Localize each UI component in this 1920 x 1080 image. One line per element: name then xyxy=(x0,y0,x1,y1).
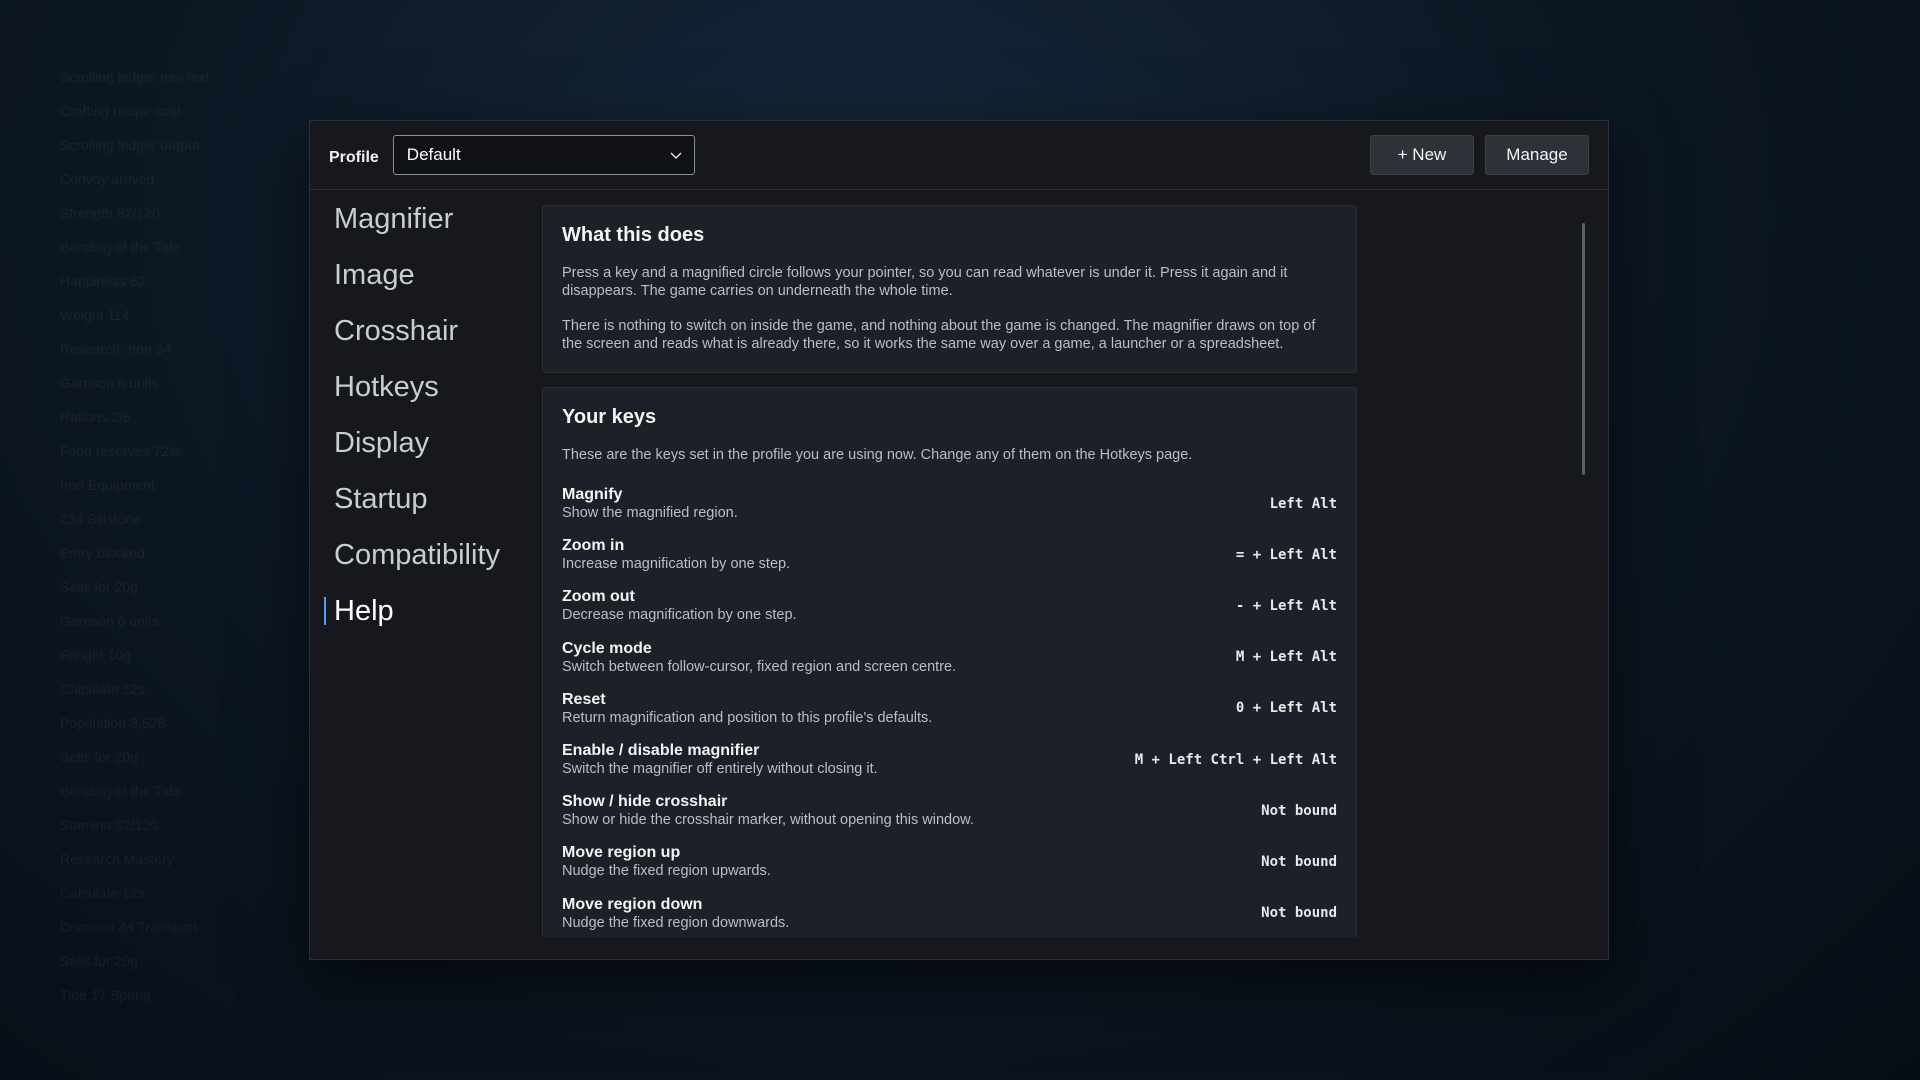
key-binding: Not bound xyxy=(1261,905,1337,922)
bg-line: Rations 2/6 xyxy=(60,409,131,425)
key-title: Reset xyxy=(562,690,606,708)
card-paragraph: These are the keys set in the profile yo… xyxy=(562,447,1193,463)
bg-line: Population 3,526 xyxy=(60,715,166,731)
bg-line: Bending of the Tide xyxy=(60,239,181,255)
settings-window: Profile Default + New Manage Magnifier I… xyxy=(309,120,1609,960)
key-row: Enable / disable magnifier Switch the mag… xyxy=(562,734,1337,785)
key-row: Reset Return magnification and position t… xyxy=(562,683,1337,734)
nav-item-crosshair[interactable]: Crosshair xyxy=(310,303,530,359)
key-desc: Return magnification and position to thi… xyxy=(562,709,933,726)
bg-line: Research: Iron 34 xyxy=(60,341,172,357)
bg-line: Tide 17 Spring xyxy=(60,987,151,1003)
key-binding: Not bound xyxy=(1261,802,1337,819)
bg-line: 234 Siltstone xyxy=(60,511,141,527)
key-desc: Switch between follow-cursor, fixed regi… xyxy=(562,658,957,675)
profile-label: Profile xyxy=(329,149,379,166)
bg-line: Sells for 20g xyxy=(60,953,138,969)
nav-item-display[interactable]: Display xyxy=(310,415,530,471)
key-row: Magnify Show the magnified region. Left A… xyxy=(562,478,1337,529)
nav-item-image[interactable]: Image xyxy=(310,247,530,303)
key-binding: - + Left Alt xyxy=(1235,597,1337,614)
bg-line: Stamina 82/120 xyxy=(60,817,159,833)
manage-profiles-button[interactable]: Manage xyxy=(1485,135,1589,175)
bg-line: Freight 10g xyxy=(60,647,131,663)
key-title: Cycle mode xyxy=(562,639,652,657)
key-binding: M + Left Alt xyxy=(1235,649,1337,666)
background-game-text: Scrolling ledger row text Crafting recip… xyxy=(60,60,209,1012)
bg-line: Iron Equipment xyxy=(60,477,155,493)
key-title: Show / hide crosshair xyxy=(562,793,728,811)
help-content: What this does Press a key and a magnifi… xyxy=(542,205,1357,937)
content-scrollbar[interactable] xyxy=(1582,223,1585,475)
key-desc: Nudge the fixed region downwards. xyxy=(562,914,790,931)
key-desc: Switch the magnifier off entirely withou… xyxy=(562,761,878,778)
nav-item-startup[interactable]: Startup xyxy=(310,471,530,527)
profile-actions: + New Manage xyxy=(1370,135,1589,175)
key-binding: Left Alt xyxy=(1269,495,1337,512)
bg-line: Garrison 6 units xyxy=(60,613,159,629)
chevron-down-icon xyxy=(670,152,682,159)
bg-line: Weight 114 xyxy=(60,307,130,323)
key-binding: = + Left Alt xyxy=(1235,546,1337,563)
bg-line: Food reserves 72% xyxy=(60,443,182,459)
bg-line: Happiness 62 xyxy=(60,273,146,289)
profile-bar: Profile Default + New Manage xyxy=(310,121,1608,190)
bg-line: Scrolling ledger row text xyxy=(60,69,210,85)
key-binding: Not bound xyxy=(1261,853,1337,870)
key-row: Zoom in Increase magnification by one ste… xyxy=(562,529,1337,580)
new-profile-button[interactable]: + New xyxy=(1370,135,1474,175)
settings-nav: Magnifier Image Crosshair Hotkeys Displa… xyxy=(310,191,530,639)
key-title: Magnify xyxy=(562,486,623,504)
bg-line: Crafting recipe cost xyxy=(60,103,181,119)
key-row: Move region up Nudge the fixed region upw… xyxy=(562,836,1337,887)
bg-line: Bending of the Tide xyxy=(60,783,181,799)
what-this-does-card: What this does Press a key and a magnifi… xyxy=(542,205,1357,373)
key-binding: 0 + Left Alt xyxy=(1235,700,1337,717)
key-row: Move region down Nudge the fixed region d… xyxy=(562,888,1337,938)
key-binding: M + Left Ctrl + Left Alt xyxy=(1134,751,1337,768)
card-paragraph: Press a key and a magnified circle follo… xyxy=(562,265,1288,299)
key-title: Move region down xyxy=(562,895,703,913)
bg-line: Calculate 12s xyxy=(60,885,145,901)
key-desc: Show the magnified region. xyxy=(562,505,738,522)
card-title: What this does xyxy=(562,224,705,246)
key-row: Cycle mode Switch between follow-cursor, … xyxy=(562,632,1337,683)
bg-line: Sells for 20g xyxy=(60,749,138,765)
key-title: Zoom in xyxy=(562,537,625,555)
card-paragraph: There is nothing to switch on inside the… xyxy=(562,318,1316,352)
profile-dropdown[interactable]: Default xyxy=(392,135,695,175)
bg-line: Distance 44 Transport xyxy=(60,919,197,935)
nav-item-hotkeys[interactable]: Hotkeys xyxy=(310,359,530,415)
your-keys-card: Your keys These are the keys set in the … xyxy=(542,387,1357,937)
nav-item-compatibility[interactable]: Compatibility xyxy=(310,527,530,583)
bg-line: Garrison 6 units xyxy=(60,375,159,391)
bg-line: Sells for 20g xyxy=(60,579,138,595)
key-title: Zoom out xyxy=(562,588,635,606)
nav-item-help[interactable]: Help xyxy=(310,583,530,639)
key-row: Show / hide crosshair Show or hide the cr… xyxy=(562,785,1337,836)
key-title: Move region up xyxy=(562,844,681,862)
key-desc: Show or hide the crosshair marker, witho… xyxy=(562,812,974,829)
bg-line: Calculate 12s xyxy=(60,681,145,697)
key-row: Zoom out Decrease magnification by one st… xyxy=(562,580,1337,631)
key-desc: Decrease magnification by one step. xyxy=(562,607,797,624)
bg-line: Scrolling ledger output xyxy=(60,137,200,153)
bg-line: Strength 82/120 xyxy=(60,205,160,221)
key-desc: Increase magnification by one step. xyxy=(562,556,791,573)
bg-line: Entry blocked xyxy=(60,545,145,561)
key-title: Enable / disable magnifier xyxy=(562,742,760,760)
bg-line: Convoy arrived xyxy=(60,171,155,187)
card-title: Your keys xyxy=(562,406,657,428)
bg-line: Research Mastery xyxy=(60,851,174,867)
key-desc: Nudge the fixed region upwards. xyxy=(562,863,771,880)
profile-dropdown-value: Default xyxy=(406,145,461,164)
nav-item-magnifier[interactable]: Magnifier xyxy=(310,191,530,247)
